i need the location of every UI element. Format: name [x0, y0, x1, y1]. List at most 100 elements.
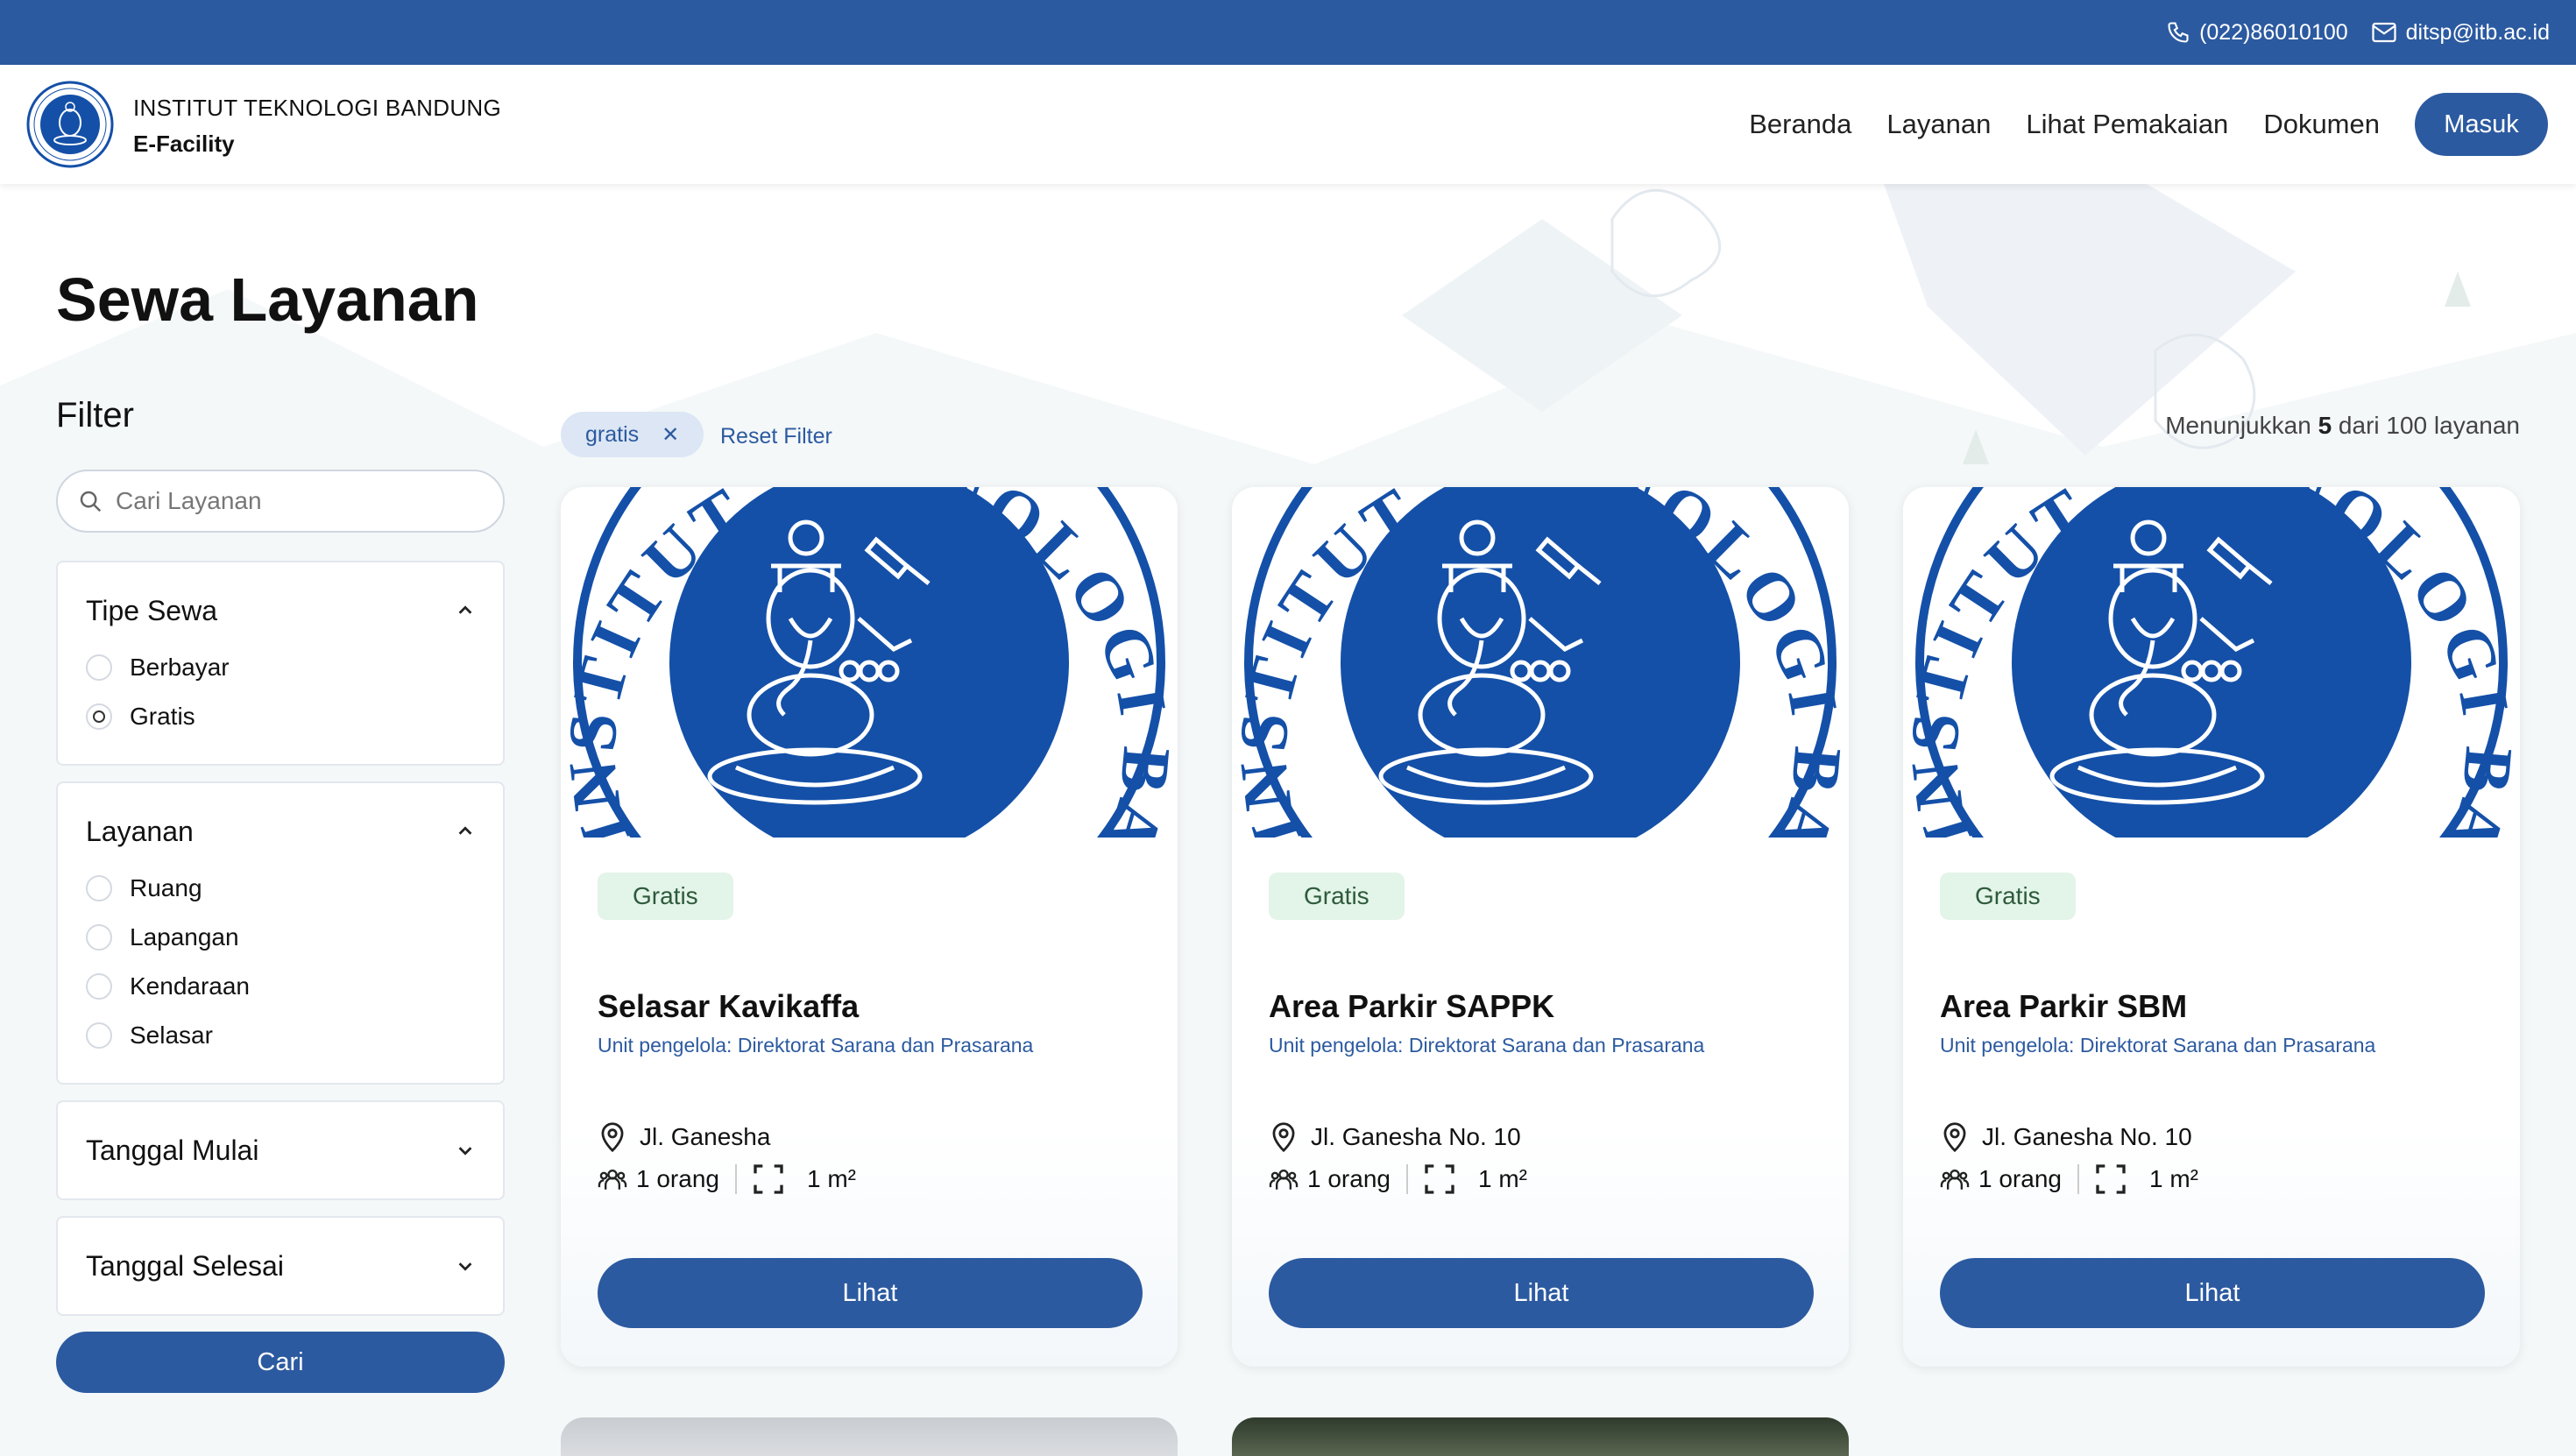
card-image[interactable]: INSTITUT TEKNOLOGI BANDUNG: [561, 487, 1178, 838]
meta-divider: [1405, 1164, 1408, 1194]
card-meta: 1 orang 1 m²: [1940, 1162, 2198, 1197]
card-image[interactable]: INSTITUT TEKNOLOGI BANDUNG: [1903, 487, 2520, 838]
meta-divider: [734, 1164, 737, 1194]
panel-tanggal-selesai[interactable]: Tanggal Selesai: [56, 1216, 505, 1316]
search-box[interactable]: [56, 470, 505, 533]
panel-layanan: Layanan Ruang Lapangan Kendaraan Selasar: [56, 781, 505, 1085]
lihat-button[interactable]: Lihat: [1269, 1258, 1814, 1328]
option-label: Ruang: [130, 874, 202, 901]
phone-info[interactable]: (022)86010100: [2166, 20, 2348, 46]
mail-icon: [2372, 22, 2396, 43]
card-title[interactable]: Selasar Kavikaffa: [598, 988, 859, 1025]
service-card[interactable]: INSTITUT TEKNOLOGI BANDUNG: [1232, 487, 1849, 1367]
panel-tanggal-selesai-header[interactable]: Tanggal Selesai: [58, 1218, 503, 1314]
price-badge: Gratis: [598, 873, 733, 920]
results-total: 100: [2386, 412, 2428, 439]
panel-tanggal-mulai[interactable]: Tanggal Mulai: [56, 1100, 505, 1200]
chevron-up-icon[interactable]: [456, 822, 475, 841]
institution-name: INSTITUT TEKNOLOGI BANDUNG: [133, 95, 502, 121]
card-location: Jl. Ganesha No. 10: [1269, 1121, 1521, 1153]
capacity-text: 1 orang: [1307, 1165, 1391, 1192]
card-meta: 1 orang 1 m²: [1269, 1162, 1527, 1197]
results-prefix: Menunjukkan: [2165, 412, 2311, 439]
service-card[interactable]: INSTITUT TEKNOLOGI BANDUNG: [561, 487, 1178, 1367]
chevron-down-icon[interactable]: [456, 1141, 475, 1160]
radio-gratis[interactable]: [86, 703, 112, 730]
main-header: INSTITUT TEKNOLOGI BANDUNG E-Facility Be…: [0, 65, 2576, 184]
location-pin-icon: [1272, 1122, 1295, 1153]
option-label: Lapangan: [130, 923, 239, 951]
service-card-photo-partial[interactable]: [1232, 1417, 1849, 1456]
filter-chip-gratis[interactable]: gratis ✕: [561, 412, 704, 457]
panel-tipe-sewa: Tipe Sewa Berbayar Gratis: [56, 561, 505, 766]
nav-beranda[interactable]: Beranda: [1749, 109, 1851, 140]
radio-kendaraan[interactable]: [86, 973, 112, 1000]
card-unit: Unit pengelola: Direktorat Sarana dan Pr…: [1269, 1034, 1705, 1057]
search-input[interactable]: [116, 487, 466, 515]
service-card[interactable]: INSTITUT TEKNOLOGI BANDUNG: [1903, 487, 2520, 1367]
main-nav: Beranda Layanan Lihat Pemakaian Dokumen …: [1714, 93, 2548, 156]
page-title: Sewa Layanan: [56, 265, 479, 334]
location-text: Jl. Ganesha: [640, 1123, 771, 1150]
results-shown: 5: [2318, 412, 2332, 439]
area-frame-icon: [1425, 1164, 1454, 1194]
itb-logo-icon[interactable]: [26, 81, 114, 168]
option-kendaraan[interactable]: Kendaraan: [58, 962, 503, 1011]
option-selasar[interactable]: Selasar: [58, 1011, 503, 1060]
card-location: Jl. Ganesha: [598, 1121, 770, 1153]
cari-button[interactable]: Cari: [56, 1332, 505, 1393]
location-pin-icon: [1943, 1122, 1966, 1153]
lihat-button[interactable]: Lihat: [598, 1258, 1143, 1328]
card-unit: Unit pengelola: Direktorat Sarana dan Pr…: [598, 1034, 1034, 1057]
nav-lihat-pemakaian[interactable]: Lihat Pemakaian: [2026, 109, 2228, 140]
option-label: Selasar: [130, 1021, 213, 1049]
nav-layanan[interactable]: Layanan: [1886, 109, 1991, 140]
email-info[interactable]: ditsp@itb.ac.id: [2371, 20, 2550, 46]
panel-tanggal-selesai-title: Tanggal Selesai: [86, 1249, 284, 1282]
reset-filter-link[interactable]: Reset Filter: [720, 424, 832, 449]
panel-tanggal-mulai-header[interactable]: Tanggal Mulai: [58, 1102, 503, 1198]
app-name: E-Facility: [133, 131, 235, 157]
phone-number: (022)86010100: [2199, 19, 2348, 45]
people-icon: [598, 1170, 627, 1190]
close-icon[interactable]: ✕: [662, 422, 679, 448]
people-icon: [1940, 1170, 1970, 1190]
lihat-button[interactable]: Lihat: [1940, 1258, 2485, 1328]
brand: INSTITUT TEKNOLOGI BANDUNG E-Facility: [133, 95, 501, 158]
capacity-text: 1 orang: [1978, 1165, 2062, 1192]
top-info-bar: (022)86010100 ditsp@itb.ac.id: [0, 0, 2576, 65]
phone-icon: [2168, 22, 2189, 43]
option-lapangan[interactable]: Lapangan: [58, 913, 503, 962]
itb-logo-icon: INSTITUT TEKNOLOGI BANDUNG: [1903, 487, 2520, 838]
card-image[interactable]: INSTITUT TEKNOLOGI BANDUNG: [1232, 487, 1849, 838]
service-card-photo-partial[interactable]: [561, 1417, 1178, 1456]
option-ruang[interactable]: Ruang: [58, 864, 503, 913]
option-berbayar[interactable]: Berbayar: [58, 643, 503, 692]
chevron-up-icon[interactable]: [456, 601, 475, 620]
radio-berbayar[interactable]: [86, 654, 112, 681]
login-button[interactable]: Masuk: [2415, 93, 2548, 156]
option-gratis[interactable]: Gratis: [58, 692, 503, 741]
panel-tipe-sewa-title: Tipe Sewa: [86, 594, 217, 626]
meta-divider: [2077, 1164, 2079, 1194]
email-address: ditsp@itb.ac.id: [2405, 19, 2550, 45]
option-label: Kendaraan: [130, 972, 251, 1000]
search-icon: [80, 491, 102, 512]
radio-ruang[interactable]: [86, 875, 112, 901]
card-title[interactable]: Area Parkir SBM: [1940, 988, 2187, 1025]
itb-logo-icon: INSTITUT TEKNOLOGI BANDUNG: [561, 487, 1178, 838]
card-meta: 1 orang 1 m²: [598, 1162, 856, 1197]
capacity-text: 1 orang: [636, 1165, 719, 1192]
option-label: Gratis: [130, 703, 195, 730]
card-unit: Unit pengelola: Direktorat Sarana dan Pr…: [1940, 1034, 2376, 1057]
area-frame-icon: [2096, 1164, 2126, 1194]
card-title[interactable]: Area Parkir SAPPK: [1269, 988, 1554, 1025]
option-label: Berbayar: [130, 654, 230, 681]
nav-dokumen[interactable]: Dokumen: [2263, 109, 2380, 140]
panel-tanggal-mulai-title: Tanggal Mulai: [86, 1134, 259, 1166]
radio-lapangan[interactable]: [86, 924, 112, 951]
chevron-down-icon[interactable]: [456, 1256, 475, 1276]
area-frame-icon: [754, 1164, 783, 1194]
results-suffix: layanan: [2433, 412, 2520, 439]
radio-selasar[interactable]: [86, 1022, 112, 1049]
